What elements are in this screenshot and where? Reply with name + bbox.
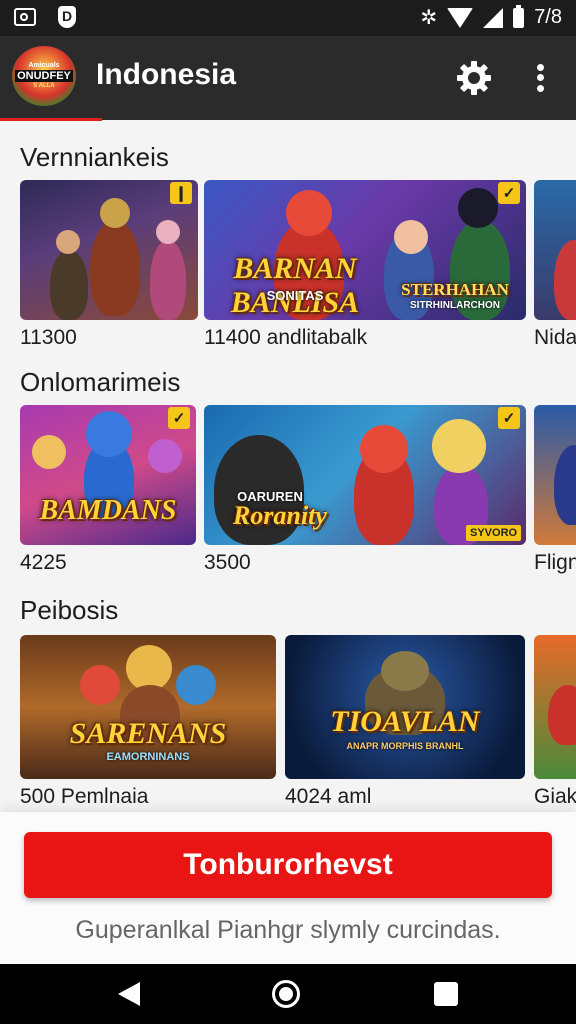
- status-bar: ✲ 7/8: [0, 0, 576, 36]
- shield-icon: [58, 6, 76, 28]
- vibrate-icon: ✲: [420, 7, 438, 29]
- back-icon[interactable]: [118, 982, 140, 1006]
- game-thumbnail[interactable]: ❙: [20, 180, 198, 320]
- game-thumbnail[interactable]: [534, 180, 576, 320]
- art-title: BARNAN BANLISA: [230, 252, 360, 319]
- art-subtitle: ANAPR MORPHIS BRANHL: [346, 741, 464, 751]
- status-time: 7/8: [534, 6, 562, 28]
- check-badge-icon: ✓: [168, 407, 190, 429]
- app-logo[interactable]: Amicuals ONUDFEY S ALLA: [12, 46, 76, 106]
- game-card[interactable]: SARENANS EAMORNINANS 500 Pemlnaia: [20, 635, 276, 809]
- logo-line-1: Amicuals: [28, 62, 60, 69]
- game-thumbnail[interactable]: BARNAN BANLISA SONITAS STERHAHAN SITRHIN…: [204, 180, 526, 320]
- photo-icon: [14, 8, 36, 26]
- page-title: Indonesia: [96, 58, 237, 91]
- logo-line-2: ONUDFEY: [15, 70, 73, 82]
- art-subtitle-2: SITRHINLARCHON: [410, 300, 500, 311]
- game-card[interactable]: TIOAVLAN ANAPR MORPHIS BRANHL 4024 aml: [285, 635, 525, 809]
- section-title-2: Onlomarimeis: [20, 367, 181, 397]
- recents-icon[interactable]: [434, 982, 458, 1006]
- game-card[interactable]: Giak: [534, 635, 576, 809]
- carousel-row-3[interactable]: SARENANS EAMORNINANS 500 Pemlnaia TIOAVL…: [0, 635, 576, 812]
- game-card[interactable]: Nida: [534, 180, 576, 350]
- navigation-bar: [0, 964, 576, 1024]
- game-thumbnail[interactable]: OARUREN Roranity SYVORO ✓: [204, 405, 526, 545]
- card-label: Nida: [534, 326, 576, 349]
- art-title: BAMDANS: [39, 495, 177, 526]
- game-thumbnail[interactable]: SARENANS EAMORNINANS: [20, 635, 276, 779]
- card-label: 500 Pemlnaia: [20, 785, 149, 808]
- home-icon[interactable]: [272, 980, 300, 1008]
- game-thumbnail[interactable]: TIOAVLAN ANAPR MORPHIS BRANHL: [285, 635, 525, 779]
- logo-line-3: S ALLA: [33, 83, 55, 89]
- card-label: 11300: [20, 326, 77, 349]
- art-subtitle: EAMORNINANS: [106, 751, 190, 763]
- card-label: 4225: [20, 551, 67, 574]
- game-thumbnail[interactable]: [534, 405, 576, 545]
- game-card[interactable]: Flign: [534, 405, 576, 575]
- check-badge-icon: ❙: [170, 182, 192, 204]
- art-title: Roranity: [233, 501, 327, 530]
- section-title-3: Peibosis: [20, 595, 119, 625]
- gear-icon[interactable]: [454, 58, 494, 98]
- game-card[interactable]: BAMDANS ✓ 4225: [20, 405, 196, 575]
- battery-icon: [513, 4, 525, 28]
- art-title: SARENANS: [69, 717, 227, 750]
- game-thumbnail[interactable]: [534, 635, 576, 779]
- app-bar: Amicuals ONUDFEY S ALLA Indonesia: [0, 36, 576, 120]
- card-label: Flign: [534, 551, 576, 574]
- game-card[interactable]: ❙ 11300: [20, 180, 198, 350]
- primary-action-button[interactable]: Tonburorhevst: [24, 832, 552, 898]
- art-title: TIOAVLAN: [330, 705, 480, 738]
- card-label: 4024 aml: [285, 785, 372, 808]
- loading-progress-bar: [0, 118, 102, 121]
- game-thumbnail[interactable]: BAMDANS ✓: [20, 405, 196, 545]
- game-card[interactable]: OARUREN Roranity SYVORO ✓ 3500: [204, 405, 526, 575]
- art-subtitle: SONITAS: [266, 288, 324, 303]
- wifi-icon: [447, 7, 474, 28]
- more-vert-icon[interactable]: [526, 58, 554, 98]
- signal-icon: [483, 7, 504, 28]
- check-badge-icon: ✓: [498, 407, 520, 429]
- card-label: 11400 andlitabalk: [204, 326, 368, 349]
- section-title-1: Vernniankeis: [20, 142, 169, 172]
- carousel-row-2[interactable]: BAMDANS ✓ 4225 OARUREN Roranity SYVORO ✓…: [0, 405, 576, 581]
- carousel-row-1[interactable]: ❙ 11300 BARNAN BANLISA SONITAS STERHAHAN…: [0, 180, 576, 356]
- card-label: 3500: [204, 551, 251, 574]
- game-card[interactable]: BARNAN BANLISA SONITAS STERHAHAN SITRHIN…: [204, 180, 526, 350]
- art-title-2: STERHAHAN: [401, 280, 509, 299]
- art-tag: SYVORO: [466, 525, 522, 541]
- footnote-text: Guperanlkal Pianhgr slymly curcindas.: [75, 916, 501, 944]
- card-label: Giak: [534, 785, 576, 808]
- check-badge-icon: ✓: [498, 182, 520, 204]
- bottom-panel: Tonburorhevst Guperanlkal Pianhgr slymly…: [0, 812, 576, 964]
